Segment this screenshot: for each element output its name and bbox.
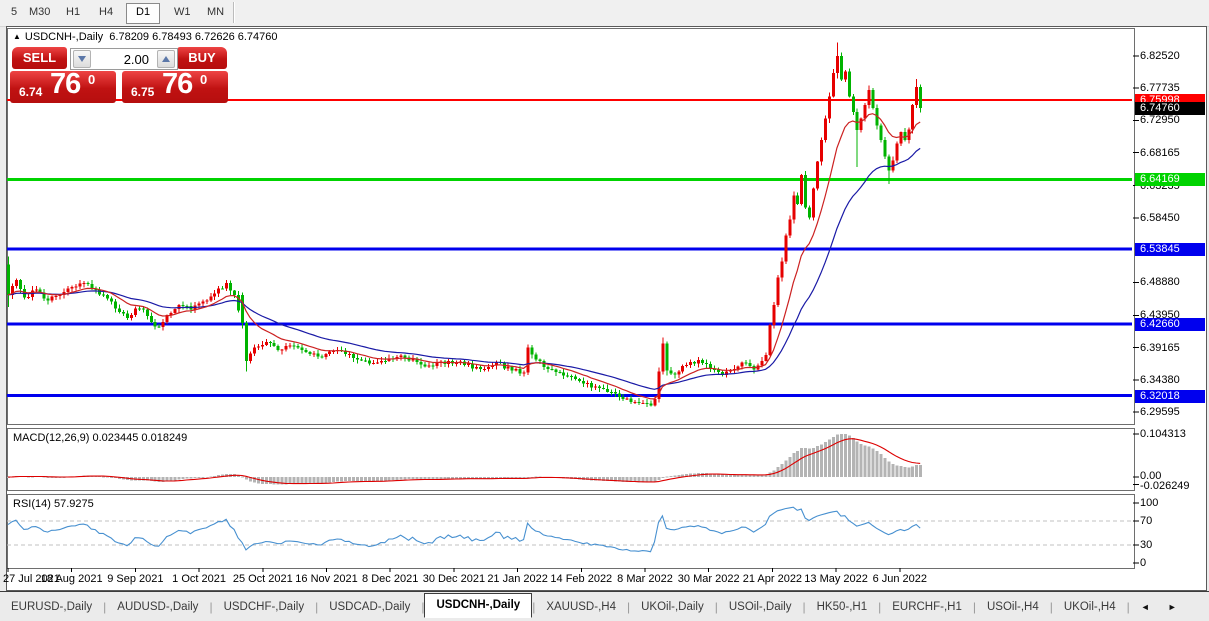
price-level-label: 6.53845 xyxy=(1135,242,1205,256)
symbol-tab-ukoil-daily[interactable]: UKOil-,Daily xyxy=(630,597,715,617)
timeframe-toolbar: 5 M30 H1 H4 D1 W1 MN xyxy=(0,0,1209,27)
symbol-tab-usoil-h4[interactable]: USOil-,H4 xyxy=(976,597,1050,617)
bid-price-major: 6.74 xyxy=(19,85,43,99)
sell-button[interactable]: SELL xyxy=(12,47,67,69)
date-axis-label: 18 Aug 2021 xyxy=(40,573,103,585)
volume-decrease-button[interactable] xyxy=(73,50,91,68)
rsi-panel xyxy=(7,494,1135,569)
tabs-scroll-right-button[interactable]: ► xyxy=(1159,602,1186,612)
toolbar-separator xyxy=(233,2,235,23)
rsi-scale-tick: 70 xyxy=(1140,515,1153,527)
date-axis-label: 8 Mar 2022 xyxy=(617,573,673,585)
current-price-label: 6.74760 xyxy=(1135,102,1205,116)
price-scale-tick: 6.82520 xyxy=(1140,50,1180,62)
chart-header: ▲ USDCNH-,Daily 6.78209 6.78493 6.72626 6… xyxy=(13,31,278,43)
collapse-chart-icon[interactable]: ▲ xyxy=(13,32,21,41)
timeframe-button-h1[interactable]: H1 xyxy=(57,3,89,22)
date-axis-label: 16 Nov 2021 xyxy=(295,573,358,585)
bid-price-point: 0 xyxy=(88,72,96,87)
symbol-tab-ukoil-h4[interactable]: UKOil-,H4 xyxy=(1053,597,1127,617)
price-scale-tick: 6.29595 xyxy=(1140,406,1180,419)
date-axis-label: 25 Oct 2021 xyxy=(232,573,293,585)
macd-scale-max: 0.104313 xyxy=(1140,428,1186,440)
arrow-up-icon xyxy=(162,56,170,62)
chart-title: USDCNH-,Daily xyxy=(24,31,104,43)
symbol-tab-eurchf-h1[interactable]: EURCHF-,H1 xyxy=(881,597,973,617)
symbol-tab-usdcad-daily[interactable]: USDCAD-,Daily xyxy=(318,597,421,617)
ask-quote-button[interactable]: 6.75 76 0 xyxy=(122,68,228,103)
ask-price-point: 0 xyxy=(200,72,208,87)
symbol-tab-eurusd-daily[interactable]: EURUSD-,Daily xyxy=(0,597,103,617)
price-level-label: 6.64169 xyxy=(1135,173,1205,187)
chart-ohlc-values: 6.78209 6.78493 6.72626 6.74760 xyxy=(109,31,278,43)
date-axis-label: 6 Jun 2022 xyxy=(872,573,928,585)
ask-price-major: 6.75 xyxy=(131,85,155,99)
ask-price-pips: 76 xyxy=(162,68,193,100)
timeframe-button-h4[interactable]: H4 xyxy=(90,3,122,22)
rsi-scale-tick: 30 xyxy=(1140,539,1153,551)
price-level-label: 6.42660 xyxy=(1135,318,1205,332)
timeframe-button-w1[interactable]: W1 xyxy=(165,3,200,22)
bid-quote-button[interactable]: 6.74 76 0 xyxy=(10,68,116,103)
timeframe-button-m30[interactable]: M30 xyxy=(20,3,59,22)
symbol-tab-usdchf-daily[interactable]: USDCHF-,Daily xyxy=(213,597,316,617)
one-click-trading-panel: SELL 2.00 BUY 6.74 76 0 6.75 76 0 xyxy=(10,45,228,103)
arrow-down-icon xyxy=(78,56,86,62)
macd-scale-min: -0.026249 xyxy=(1140,479,1190,492)
date-axis-label: 30 Mar 2022 xyxy=(677,573,740,585)
volume-input[interactable]: 2.00 xyxy=(93,52,155,67)
price-scale-tick: 6.68165 xyxy=(1140,146,1180,159)
price-scale-tick: 6.48880 xyxy=(1140,276,1180,289)
symbol-tab-bar: EURUSD-,Daily | AUDUSD-,Daily | USDCHF-,Dail… xyxy=(0,591,1209,621)
date-axis-label: 21 Jan 2022 xyxy=(487,573,548,585)
symbol-tab-xauusd-h4[interactable]: XAUUSD-,H4 xyxy=(535,597,627,617)
rsi-scale-tick: 0 xyxy=(1140,557,1147,569)
price-scale-tick: 6.72950 xyxy=(1140,114,1180,127)
date-axis-label: 14 Feb 2022 xyxy=(550,573,613,585)
symbol-tab-hk50-h1[interactable]: HK50-,H1 xyxy=(806,597,879,617)
tabs-scroll-left-button[interactable]: ◄ xyxy=(1132,602,1159,612)
symbol-tab-usdcnh-daily[interactable]: USDCNH-,Daily xyxy=(424,593,533,618)
date-axis-label: 1 Oct 2021 xyxy=(172,573,227,585)
timeframe-button-d1[interactable]: D1 xyxy=(126,3,161,24)
volume-increase-button[interactable] xyxy=(157,50,175,68)
rsi-label: RSI(14) 57.9275 xyxy=(13,498,94,510)
price-scale-tick: 6.34380 xyxy=(1140,373,1180,386)
tab-divider: | xyxy=(1126,599,1130,614)
date-axis-label: 30 Dec 2021 xyxy=(422,573,486,585)
volume-stepper[interactable]: 2.00 xyxy=(70,48,178,70)
date-axis-label: 8 Dec 2021 xyxy=(362,573,419,585)
symbol-tab-usoil-daily[interactable]: USOil-,Daily xyxy=(718,597,803,617)
date-axis-label: 13 May 2022 xyxy=(804,573,868,585)
symbol-tab-audusd-daily[interactable]: AUDUSD-,Daily xyxy=(106,597,209,617)
rsi-scale-tick: 100 xyxy=(1140,497,1159,509)
macd-label: MACD(12,26,9) 0.023445 0.018249 xyxy=(13,432,188,444)
price-level-label: 6.32018 xyxy=(1135,389,1205,403)
price-scale-tick: 6.39165 xyxy=(1140,341,1180,354)
date-axis-label: 9 Sep 2021 xyxy=(107,573,164,585)
price-scale-tick: 6.58450 xyxy=(1140,211,1180,224)
bid-price-pips: 76 xyxy=(50,68,81,100)
date-axis-label: 21 Apr 2022 xyxy=(742,573,803,585)
timeframe-button-mn[interactable]: MN xyxy=(198,3,233,22)
buy-button[interactable]: BUY xyxy=(177,47,227,69)
